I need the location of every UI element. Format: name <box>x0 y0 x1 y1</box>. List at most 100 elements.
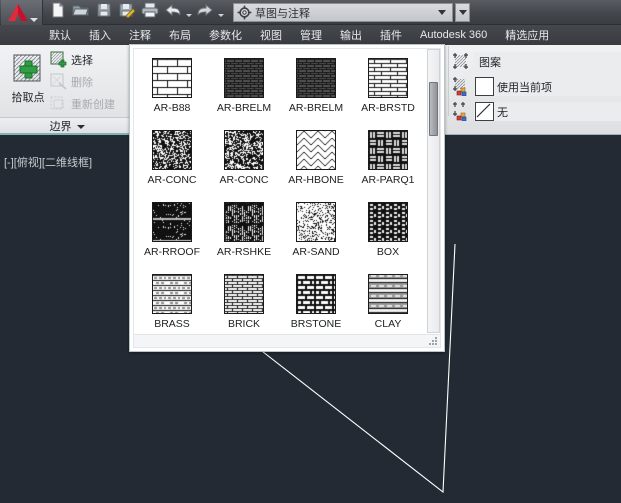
resize-grip-icon[interactable] <box>428 336 437 345</box>
chevron-down-icon <box>30 18 38 22</box>
ribbon-tab[interactable]: Autodesk 360 <box>411 25 496 45</box>
hatch-pattern-item[interactable]: AR-RROOF <box>136 195 208 267</box>
ribbon-tab[interactable]: 布局 <box>160 25 200 45</box>
hatch-pattern-swatch-parquet[interactable] <box>368 130 408 170</box>
hatch-pattern-name: AR-RSHKE <box>217 246 271 258</box>
ribbon-tab[interactable]: 输出 <box>331 25 371 45</box>
hatch-pattern-item[interactable]: BRASS <box>136 267 208 339</box>
hatch-pattern-item[interactable]: AR-BRELM <box>280 51 352 123</box>
undo-button[interactable] <box>161 2 184 23</box>
recreate-boundary-label: 重新创建 <box>71 96 115 112</box>
hatch-pattern-swatch-concrete-stipple[interactable] <box>152 130 192 170</box>
hatch-pattern-swatch-herringbone[interactable] <box>296 130 336 170</box>
color-swatch-none <box>475 102 494 121</box>
redo-arrow-icon <box>196 3 214 22</box>
hatch-pattern-swatch-brick-dense-dark[interactable] <box>296 58 336 98</box>
hatch-pattern-name: AR-BRELM <box>217 102 271 114</box>
hatch-pattern-item[interactable]: AR-RSHKE <box>208 195 280 267</box>
chevron-down-icon <box>218 14 224 17</box>
background-color-value: 无 <box>497 104 508 120</box>
new-file-icon <box>50 2 66 23</box>
hatch-pattern-name: BRASS <box>154 318 190 330</box>
ribbon-tab[interactable]: 默认 <box>40 25 80 45</box>
select-boundary-objects-button[interactable]: 选择 <box>50 49 93 70</box>
hatch-pattern-swatch-brick-small[interactable] <box>224 274 264 314</box>
boundary-panel-body: 拾取点 <box>0 45 134 117</box>
chevron-down-icon[interactable] <box>77 125 85 129</box>
ribbon-tab[interactable]: 插件 <box>371 25 411 45</box>
ribbon-tab[interactable]: 管理 <box>291 25 331 45</box>
hatch-pattern-field[interactable]: 图案 <box>474 52 621 71</box>
hatch-pattern-swatch-clay-bands[interactable] <box>368 274 408 314</box>
pick-internal-point-button[interactable]: 拾取点 <box>6 51 50 113</box>
hatch-pattern-swatch-brick-dense-dark[interactable] <box>224 58 264 98</box>
hatch-pattern-row[interactable]: 图案 <box>449 49 621 74</box>
hatch-pattern-name: BRICK <box>228 318 260 330</box>
hatch-pattern-name: AR-BRELM <box>289 102 343 114</box>
hatch-pattern-item[interactable]: AR-PARQ1 <box>352 123 424 195</box>
remove-boundary-icon <box>50 73 67 90</box>
hatch-pattern-value: 图案 <box>479 54 501 70</box>
hatch-color-field[interactable]: 使用当前项 <box>474 77 621 96</box>
palette-scrollbar-thumb[interactable] <box>429 82 438 136</box>
ribbon-tab[interactable]: 注释 <box>120 25 160 45</box>
ribbon-tab[interactable]: 参数化 <box>200 25 251 45</box>
application-menu-button[interactable] <box>1 0 43 25</box>
workspace-switch-combobox[interactable]: 草图与注释 <box>233 3 453 22</box>
hatch-pattern-swatch-random-roof-dark[interactable] <box>152 202 192 242</box>
ribbon-tab[interactable]: 插入 <box>80 25 120 45</box>
select-objects-icon <box>50 51 67 68</box>
hatch-pattern-item[interactable]: AR-SAND <box>280 195 352 267</box>
hatch-pattern-item[interactable]: BOX <box>352 195 424 267</box>
new-file-button[interactable] <box>46 2 69 23</box>
hatch-pattern-name: BOX <box>377 246 399 258</box>
hatch-pattern-grid: AR-B88AR-BRELMAR-BRELMAR-BRSTDAR-CONCAR-… <box>136 51 424 333</box>
redo-dropdown-button[interactable] <box>216 2 225 23</box>
hatch-pattern-swatch-roof-shake[interactable] <box>224 202 264 242</box>
hatch-color-row[interactable]: 使用当前项 <box>449 74 621 99</box>
plot-button[interactable] <box>138 2 161 23</box>
floppy-save-as-icon <box>118 2 135 23</box>
background-color-field[interactable]: 无 <box>474 102 621 121</box>
palette-scrollbar[interactable] <box>427 49 440 333</box>
hatch-pattern-swatch-brick-stone[interactable] <box>296 274 336 314</box>
hatch-pattern-item[interactable]: AR-HBONE <box>280 123 352 195</box>
hatch-pattern-name: BRSTONE <box>291 318 342 330</box>
hatch-pattern-item[interactable]: AR-B88 <box>136 51 208 123</box>
hatch-pattern-name: CLAY <box>375 318 402 330</box>
background-color-row[interactable]: 无 <box>449 99 621 124</box>
ribbon-tab-bar: 默认插入注释布局参数化视图管理输出插件Autodesk 360精选应用 <box>0 25 621 45</box>
hatch-pattern-item[interactable]: CLAY <box>352 267 424 339</box>
recreate-boundary-button: 重新创建 <box>50 93 115 114</box>
hatch-pattern-item[interactable]: AR-BRELM <box>208 51 280 123</box>
hatch-pattern-item[interactable]: BRICK <box>208 267 280 339</box>
undo-dropdown-button[interactable] <box>184 2 193 23</box>
hatch-color-value: 使用当前项 <box>497 79 552 95</box>
select-objects-label: 选择 <box>71 52 93 68</box>
hatch-pattern-swatch-box-dense[interactable] <box>368 202 408 242</box>
save-as-button[interactable] <box>115 2 138 23</box>
open-file-button[interactable] <box>69 2 92 23</box>
gear-icon <box>237 5 252 20</box>
hatch-pattern-item[interactable]: AR-CONC <box>136 123 208 195</box>
ribbon-tab[interactable]: 精选应用 <box>496 25 558 45</box>
hatch-pattern-swatch-brick-standard[interactable] <box>368 58 408 98</box>
workspace-more-button[interactable] <box>455 3 470 22</box>
hatch-pattern-name: AR-CONC <box>220 174 269 186</box>
hatch-pattern-item[interactable]: BRSTONE <box>280 267 352 339</box>
hatch-pattern-palette-popup[interactable]: AR-B88AR-BRELMAR-BRELMAR-BRSTDAR-CONCAR-… <box>129 44 445 352</box>
boundary-panel: 拾取点 <box>0 45 134 135</box>
hatch-pattern-item[interactable]: AR-CONC <box>208 123 280 195</box>
chevron-down-icon[interactable] <box>438 10 446 15</box>
save-button[interactable] <box>92 2 115 23</box>
redo-button[interactable] <box>193 2 216 23</box>
hatch-pattern-item[interactable]: AR-BRSTD <box>352 51 424 123</box>
boundary-panel-title[interactable]: 边界 <box>0 117 134 135</box>
hatch-pattern-icon <box>451 52 470 71</box>
hatch-pattern-swatch-brass-dashed-lines[interactable] <box>152 274 192 314</box>
hatch-pattern-swatch-running-bond-large[interactable] <box>152 58 192 98</box>
hatch-pattern-swatch-concrete-stipple[interactable] <box>224 130 264 170</box>
hatch-pattern-swatch-sand-stipple[interactable] <box>296 202 336 242</box>
hatch-pattern-name: AR-BRSTD <box>361 102 415 114</box>
ribbon-tab[interactable]: 视图 <box>251 25 291 45</box>
